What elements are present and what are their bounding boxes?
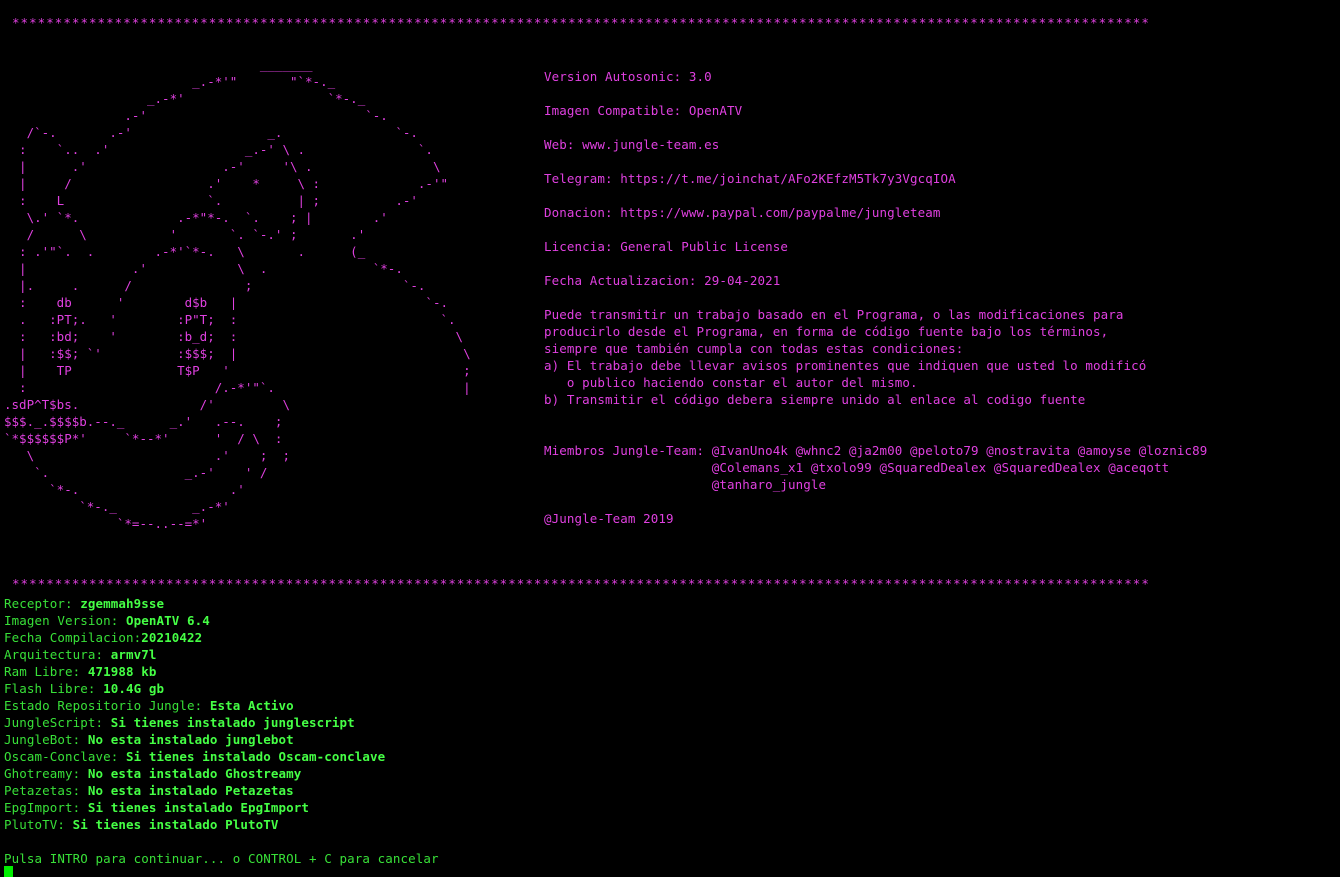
fecha-compilacion-line: Fecha Compilacion:20210422 xyxy=(4,630,203,645)
miembros-line: Miembros Jungle-Team: @IvanUno4k @whnc2 … xyxy=(544,443,1208,458)
bottom-separator: ****************************************… xyxy=(12,576,1150,591)
petazetas-line: Petazetas: No esta instalado Petazetas xyxy=(4,783,294,798)
oscam-conclave-line: Oscam-Conclave: Si tienes instalado Osca… xyxy=(4,749,386,764)
arquitectura-line: Arquitectura: armv7l xyxy=(4,647,157,662)
ascii-art-logo: _______ _.-*'" "`*-._ _.-*' `*-._ .-' `-… xyxy=(4,57,471,531)
license-text-line: o publico haciendo constar el autor del … xyxy=(544,375,918,390)
license-text-line: b) Transmitir el código debera siempre u… xyxy=(544,392,1086,407)
imagen-version-line: Imagen Version: OpenATV 6.4 xyxy=(4,613,210,628)
license-text-line: a) El trabajo debe llevar avisos promine… xyxy=(544,358,1147,373)
donacion-line: Donacion: https://www.paypal.com/paypalm… xyxy=(544,205,941,220)
version-line: Version Autosonic: 3.0 xyxy=(544,69,712,84)
copyright-line: @Jungle-Team 2019 xyxy=(544,511,674,526)
repositorio-line: Estado Repositorio Jungle: Esta Activo xyxy=(4,698,294,713)
terminal-window[interactable]: ****************************************… xyxy=(0,0,1340,877)
imagen-compatible-line: Imagen Compatible: OpenATV xyxy=(544,103,743,118)
licencia-line: Licencia: General Public License xyxy=(544,239,789,254)
license-text-line: producirlo desde el Programa, en forma d… xyxy=(544,324,1109,339)
plutotv-line: PlutoTV: Si tienes instalado PlutoTV xyxy=(4,817,279,832)
terminal-cursor[interactable] xyxy=(4,866,13,877)
license-text-line: Puede transmitir un trabajo basado en el… xyxy=(544,307,1124,322)
junglescript-line: JungleScript: Si tienes instalado jungle… xyxy=(4,715,355,730)
top-separator: ****************************************… xyxy=(12,15,1150,30)
miembros-line: @tanharo_jungle xyxy=(544,477,827,492)
junglebot-line: JungleBot: No esta instalado junglebot xyxy=(4,732,294,747)
telegram-line: Telegram: https://t.me/joinchat/AFo2KEfz… xyxy=(544,171,956,186)
license-text-line: siempre que también cumpla con todas est… xyxy=(544,341,964,356)
flash-libre-line: Flash Libre: 10.4G gb xyxy=(4,681,165,696)
receptor-line: Receptor: zgemmah9sse xyxy=(4,596,165,611)
miembros-line: @Colemans_x1 @txolo99 @SquaredDealex @Sq… xyxy=(544,460,1170,475)
ghostreamy-line: Ghotreamy: No esta instalado Ghostreamy xyxy=(4,766,302,781)
fecha-actualizacion-line: Fecha Actualizacion: 29-04-2021 xyxy=(544,273,781,288)
epgimport-line: EpgImport: Si tienes instalado EpgImport xyxy=(4,800,310,815)
ram-libre-line: Ram Libre: 471988 kb xyxy=(4,664,157,679)
continue-prompt: Pulsa INTRO para continuar... o CONTROL … xyxy=(4,851,439,866)
web-line: Web: www.jungle-team.es xyxy=(544,137,720,152)
